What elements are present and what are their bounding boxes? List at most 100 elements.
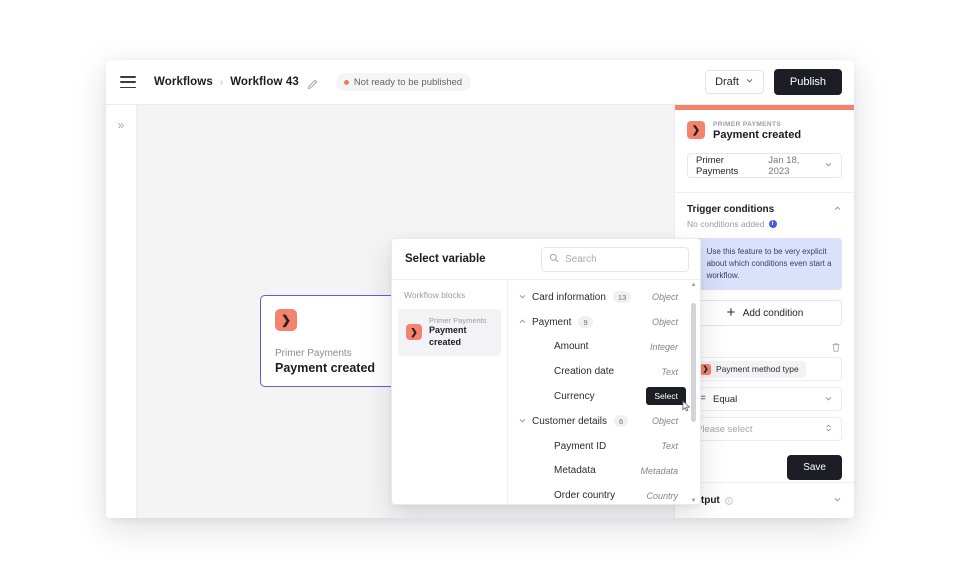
variable-row[interactable]: Order country Country	[508, 483, 700, 504]
variable-row[interactable]: Amount Integer	[508, 335, 700, 360]
modal-variables-pane[interactable]: Card information 13 Object Payment 9 Object Am…	[508, 280, 700, 504]
output-section[interactable]: Output	[675, 482, 854, 518]
search-field[interactable]: ×	[541, 246, 697, 272]
select-variable-button[interactable]: Select	[646, 387, 686, 406]
scrollbar-track[interactable]	[691, 291, 696, 495]
info-icon[interactable]	[725, 492, 733, 510]
variable-chip: ❯ Payment method type	[696, 360, 806, 378]
primer-payments-icon: ❯	[687, 121, 705, 139]
breadcrumb-item-workflow-43[interactable]: Workflow 43	[230, 76, 299, 88]
condition-row: ❯ Payment method type Equal Please selec…	[687, 338, 842, 441]
no-conditions-text: No conditions added i	[675, 215, 854, 229]
publish-button[interactable]: Publish	[773, 69, 842, 95]
app-window: Workflows › Workflow 43 Not ready to be …	[106, 60, 854, 518]
modal-title: Select variable	[405, 253, 486, 265]
source-select[interactable]: Primer Payments Jan 18, 2023	[687, 153, 842, 178]
breadcrumb: Workflows › Workflow 43	[154, 76, 318, 89]
variable-name: Order country	[554, 490, 616, 502]
breadcrumb-separator: ›	[219, 76, 224, 88]
variable-row[interactable]: Currency Select	[508, 384, 700, 412]
chevron-down-icon	[745, 76, 754, 88]
condition-value-field[interactable]: Please select	[687, 417, 842, 441]
info-icon[interactable]: i	[768, 220, 777, 228]
trash-icon[interactable]	[831, 340, 841, 352]
pencil-icon[interactable]	[307, 77, 318, 89]
search-icon	[549, 250, 559, 268]
plus-icon	[726, 307, 736, 320]
variable-row[interactable]: Metadata Metadata	[508, 459, 700, 484]
variable-type: Text	[661, 441, 678, 452]
modal-header: Select variable ×	[392, 239, 700, 280]
info-callout: i Use this feature to be very explicit a…	[687, 238, 842, 290]
variable-row[interactable]: Card information 13 Object	[508, 285, 700, 310]
variable-type: Text	[661, 366, 678, 377]
trigger-conditions-header: Trigger conditions	[675, 193, 854, 215]
workflow-blocks-label: Workflow blocks	[404, 290, 466, 300]
source-select-secondary: Jan 18, 2023	[768, 154, 800, 177]
variable-row[interactable]: Creation date Text	[508, 359, 700, 384]
variable-name: Customer details	[532, 415, 608, 427]
variables-scrollbar[interactable]: ▲ ▼	[689, 282, 698, 504]
block-subtitle: Primer Payments	[429, 316, 487, 325]
hamburger-icon[interactable]	[120, 76, 136, 88]
app-root: Workflows › Workflow 43 Not ready to be …	[0, 0, 960, 579]
chevron-up-icon[interactable]	[833, 204, 842, 215]
primer-payments-icon: ❯	[275, 309, 297, 331]
block-name: Payment created	[429, 325, 467, 348]
variable-name: Amount	[554, 341, 589, 353]
condition-toolbar	[687, 340, 842, 352]
source-select-primary: Primer Payments	[696, 154, 739, 177]
block-item-payment-created[interactable]: ❯ Primer Payments Payment created	[398, 309, 501, 356]
variable-name: Currency	[554, 391, 595, 403]
details-panel: ❯ PRIMER PAYMENTS Payment created Primer…	[674, 105, 854, 518]
add-condition-label: Add condition	[742, 307, 804, 319]
variable-name: Payment ID	[554, 440, 607, 452]
chevron-down-icon[interactable]	[518, 292, 532, 303]
node-subtitle: Primer Payments	[275, 348, 352, 359]
status-dot-icon	[343, 79, 349, 85]
primer-payments-icon: ❯	[406, 324, 422, 341]
operator-label: Equal	[713, 393, 738, 405]
status-badge: Not ready to be published	[335, 73, 472, 91]
modal-body: Workflow blocks ❯ Primer Payments Paymen…	[392, 280, 700, 504]
variable-chip-label: Payment method type	[716, 364, 799, 374]
primer-payments-icon: ❯	[700, 363, 711, 375]
variable-name: Creation date	[554, 366, 615, 378]
status-badge-label: Not ready to be published	[353, 76, 463, 88]
variable-row[interactable]: Payment ID Text	[508, 434, 700, 459]
draft-dropdown[interactable]: Draft	[705, 70, 764, 94]
workflow-node-payment-created[interactable]: ❯ Primer Payments Payment created	[260, 295, 412, 387]
chevron-down-icon	[824, 394, 833, 405]
search-input[interactable]	[565, 253, 697, 265]
breadcrumb-item-workflows[interactable]: Workflows	[154, 76, 213, 88]
condition-operator-field[interactable]: Equal	[687, 387, 842, 411]
variable-count-badge: 6	[614, 415, 629, 428]
chevron-down-icon	[824, 160, 833, 171]
mouse-cursor-icon	[682, 400, 691, 413]
add-condition-button[interactable]: Add condition	[687, 300, 842, 326]
chevron-down-icon[interactable]	[518, 416, 532, 427]
chevron-down-icon[interactable]	[833, 495, 842, 506]
header-actions: Draft Publish	[705, 69, 842, 95]
scroll-up-icon[interactable]: ▲	[691, 282, 697, 288]
save-button[interactable]: Save	[787, 455, 842, 480]
variable-type: Integer	[649, 341, 678, 352]
variable-type: Object	[651, 292, 678, 303]
draft-label: Draft	[715, 76, 739, 88]
condition-value-placeholder: Please select	[696, 423, 753, 435]
expand-sidebar-icon[interactable]: »	[118, 119, 125, 518]
scroll-down-icon[interactable]: ▼	[691, 498, 697, 504]
variable-row[interactable]: Payment 9 Object	[508, 310, 700, 335]
panel-header: ❯ PRIMER PAYMENTS Payment created	[675, 110, 854, 141]
select-variable-modal: Select variable × Workflow blocks	[391, 238, 701, 505]
no-conditions-label: No conditions added	[687, 219, 765, 229]
variable-row[interactable]: Customer details 6 Object	[508, 409, 700, 434]
variable-name: Card information	[532, 291, 606, 303]
trigger-conditions-title: Trigger conditions	[687, 204, 775, 215]
chevron-up-down-icon	[824, 423, 833, 435]
node-title: Payment created	[275, 361, 376, 375]
scrollbar-thumb[interactable]	[691, 303, 696, 422]
variable-name: Payment	[532, 316, 572, 328]
condition-variable-field[interactable]: ❯ Payment method type	[687, 357, 842, 381]
chevron-up-icon[interactable]	[518, 317, 532, 328]
